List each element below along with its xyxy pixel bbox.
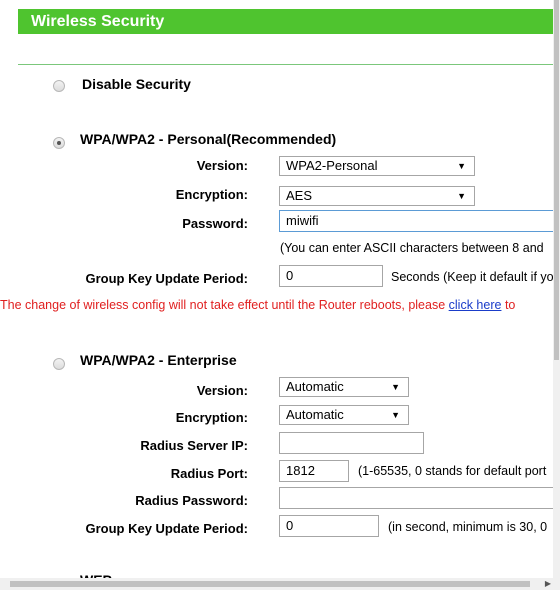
wpa-enterprise-radio[interactable] bbox=[53, 358, 65, 370]
vertical-scrollbar[interactable] bbox=[553, 0, 560, 590]
ent-group-key-update-input[interactable]: 0 bbox=[279, 515, 379, 537]
disable-security-radio[interactable] bbox=[53, 80, 65, 92]
password-label: Password: bbox=[182, 216, 248, 231]
radius-ip-input[interactable] bbox=[279, 432, 424, 454]
ent-group-key-update-label: Group Key Update Period: bbox=[85, 521, 248, 536]
disable-security-label: Disable Security bbox=[82, 76, 191, 92]
horizontal-scrollbar-thumb[interactable] bbox=[10, 581, 530, 587]
dropdown-arrow-icon: ▼ bbox=[457, 191, 466, 201]
radius-port-label: Radius Port: bbox=[170, 466, 248, 481]
wpa-enterprise-label: WPA/WPA2 - Enterprise bbox=[80, 352, 237, 368]
group-key-update-input[interactable]: 0 bbox=[279, 265, 383, 287]
version-value: WPA2-Personal bbox=[286, 158, 378, 173]
vertical-scrollbar-thumb[interactable] bbox=[554, 0, 559, 360]
radius-password-label: Radius Password: bbox=[135, 493, 248, 508]
wpa-personal-label: WPA/WPA2 - Personal(Recommended) bbox=[80, 131, 337, 147]
version-select[interactable]: WPA2-Personal ▼ bbox=[279, 156, 475, 176]
ent-encryption-select[interactable]: Automatic ▼ bbox=[279, 405, 409, 425]
ent-encryption-label: Encryption: bbox=[175, 410, 248, 425]
version-label: Version: bbox=[196, 158, 248, 173]
radius-password-input[interactable] bbox=[279, 487, 557, 509]
encryption-label: Encryption: bbox=[175, 187, 248, 202]
encryption-value: AES bbox=[286, 188, 313, 203]
dropdown-arrow-icon: ▼ bbox=[391, 410, 400, 420]
radius-port-input[interactable]: 1812 bbox=[279, 460, 349, 482]
radius-port-hint: (1-65535, 0 stands for default port bbox=[358, 464, 547, 478]
click-here-link[interactable]: click here bbox=[449, 298, 502, 312]
radius-ip-label: Radius Server IP: bbox=[140, 438, 248, 453]
divider bbox=[18, 64, 553, 65]
group-key-update-label: Group Key Update Period: bbox=[85, 271, 248, 286]
ent-group-key-update-hint: (in second, minimum is 30, 0 bbox=[388, 520, 548, 534]
ent-encryption-value: Automatic bbox=[286, 407, 344, 422]
reboot-warning: The change of wireless config will not t… bbox=[0, 298, 515, 312]
reboot-warning-text: The change of wireless config will not t… bbox=[0, 298, 446, 312]
password-input[interactable]: miwifi bbox=[279, 210, 557, 232]
page-title: Wireless Security bbox=[18, 9, 553, 34]
ent-version-select[interactable]: Automatic ▼ bbox=[279, 377, 409, 397]
encryption-select[interactable]: AES ▼ bbox=[279, 186, 475, 206]
dropdown-arrow-icon: ▼ bbox=[391, 382, 400, 392]
password-hint: (You can enter ASCII characters between … bbox=[280, 241, 544, 255]
ent-version-label: Version: bbox=[196, 383, 248, 398]
scroll-right-icon[interactable]: ▶ bbox=[545, 578, 551, 590]
wpa-personal-radio[interactable] bbox=[53, 137, 65, 149]
group-key-update-hint: Seconds (Keep it default if yo bbox=[391, 270, 554, 284]
reboot-warning-after: to bbox=[504, 298, 516, 312]
ent-version-value: Automatic bbox=[286, 379, 344, 394]
dropdown-arrow-icon: ▼ bbox=[457, 161, 466, 171]
horizontal-scrollbar[interactable]: ▶ bbox=[0, 578, 560, 590]
